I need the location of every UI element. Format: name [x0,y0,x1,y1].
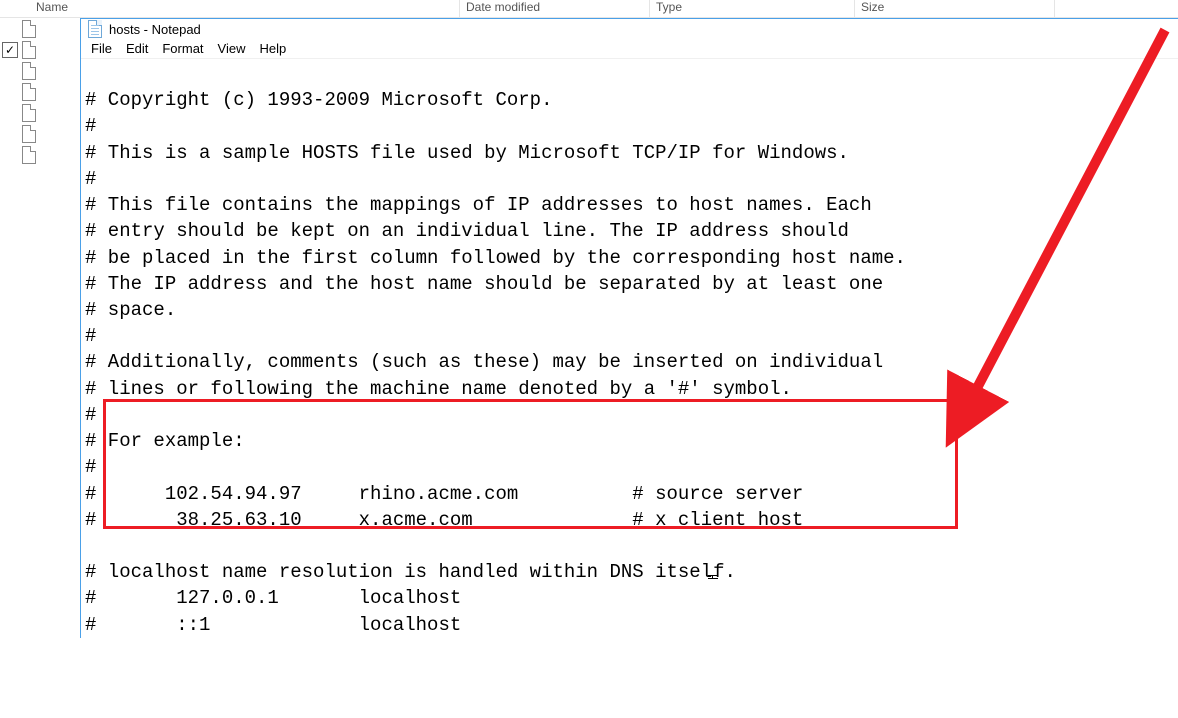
menubar: File Edit Format View Help [81,39,1178,59]
text-line: # This file contains the mappings of IP … [85,194,872,216]
col-size[interactable]: Size [855,0,1055,17]
text-line: # [85,456,96,478]
text-line: # space. [85,299,176,321]
text-line: # entry should be kept on an individual … [85,220,849,242]
file-icon [22,104,36,122]
col-type[interactable]: Type [650,0,855,17]
text-line: # The IP address and the host name shoul… [85,273,883,295]
menu-edit[interactable]: Edit [119,39,155,58]
col-date[interactable]: Date modified [460,0,650,17]
text-line: # Copyright (c) 1993-2009 Microsoft Corp… [85,89,552,111]
file-icon [22,83,36,101]
text-line: # For example: [85,430,245,452]
list-item[interactable] [0,60,80,81]
list-item[interactable] [0,144,80,165]
list-item[interactable] [0,123,80,144]
list-item[interactable]: ✓ [0,39,80,60]
menu-format[interactable]: Format [155,39,210,58]
checkbox-icon[interactable]: ✓ [2,42,18,58]
text-line: # be placed in the first column followed… [85,247,906,269]
text-line: # Additionally, comments (such as these)… [85,351,883,373]
explorer-column-header: Name Date modified Type Size [0,0,1178,18]
col-name[interactable]: Name [30,0,460,17]
text-line: # [85,168,96,190]
text-line-part: # localhost name resolution is handled w… [85,561,712,583]
text-line: # lines or following the machine name de… [85,378,792,400]
list-item[interactable] [0,18,80,39]
text-line: # 127.0.0.1 localhost [85,587,461,609]
text-line: # [85,325,96,347]
notepad-icon [87,19,103,39]
text-line: # This is a sample HOSTS file used by Mi… [85,142,849,164]
text-line: # 102.54.94.97 rhino.acme.com # source s… [85,483,803,505]
file-icon [22,62,36,80]
file-icon [22,146,36,164]
file-icon [22,125,36,143]
notepad-window: hosts - Notepad File Edit Format View He… [80,18,1178,638]
text-line: # [85,404,96,426]
titlebar[interactable]: hosts - Notepad [81,19,1178,39]
explorer-file-list: ✓ [0,18,80,165]
text-line: # ::1 localhost [85,614,461,636]
menu-view[interactable]: View [211,39,253,58]
file-icon [22,20,36,38]
text-editor-area[interactable]: # Copyright (c) 1993-2009 Microsoft Corp… [81,59,1178,718]
list-item[interactable] [0,81,80,102]
text-line: # [85,115,96,137]
text-line-part: f. [713,561,736,583]
file-icon [22,41,36,59]
window-title: hosts - Notepad [109,22,201,37]
list-item[interactable] [0,102,80,123]
menu-file[interactable]: File [84,39,119,58]
menu-help[interactable]: Help [252,39,293,58]
text-line: # 38.25.63.10 x.acme.com # x client host [85,509,803,531]
